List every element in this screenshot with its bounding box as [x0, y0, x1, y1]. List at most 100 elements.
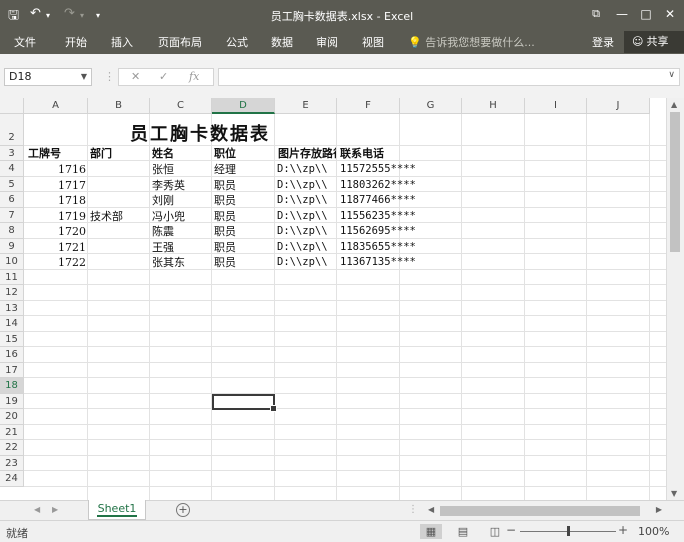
select-all-corner[interactable]: [0, 98, 24, 114]
cell-id: 1719: [58, 209, 86, 223]
enter-icon[interactable]: ✓: [159, 70, 168, 83]
horizontal-scrollbar[interactable]: ◀ ▶: [426, 504, 664, 518]
ribbon-display-options-icon[interactable]: ⧉: [586, 5, 606, 23]
cell-id: 1722: [58, 256, 86, 269]
gridline-vertical: [87, 114, 88, 500]
maximize-icon[interactable]: □: [636, 5, 656, 23]
prev-sheet-icon[interactable]: ◀: [34, 505, 40, 514]
gridline-vertical: [211, 114, 212, 500]
normal-view-icon[interactable]: ▦: [420, 524, 442, 539]
column-header-d[interactable]: D: [212, 98, 275, 114]
tab-review[interactable]: 审阅: [316, 34, 338, 50]
column-header-i[interactable]: I: [525, 98, 587, 114]
name-box-value: D18: [9, 70, 32, 83]
share-button[interactable]: ☺ 共享: [624, 31, 684, 53]
gridline-horizontal: [24, 284, 666, 285]
sheet-tab-sheet1[interactable]: Sheet1: [88, 500, 146, 520]
row-header-15[interactable]: 15: [0, 331, 24, 347]
close-icon[interactable]: ✕: [660, 5, 680, 23]
name-box-dropdown-icon[interactable]: ▼: [81, 69, 87, 85]
cell-name: 陈震: [152, 225, 174, 238]
fill-handle[interactable]: [270, 405, 277, 412]
tab-view[interactable]: 视图: [362, 34, 384, 50]
zoom-out-icon[interactable]: −: [506, 523, 516, 537]
tab-insert[interactable]: 插入: [111, 34, 133, 50]
column-header-h[interactable]: H: [462, 98, 525, 114]
next-sheet-icon[interactable]: ▶: [52, 505, 58, 514]
row-header-3[interactable]: 3: [0, 145, 24, 161]
name-box[interactable]: D18 ▼: [4, 68, 92, 86]
insert-function-icon[interactable]: fx: [189, 70, 199, 83]
expand-formula-bar-icon[interactable]: ∨: [668, 70, 675, 80]
row-header-6[interactable]: 6: [0, 192, 24, 208]
row-header-14[interactable]: 14: [0, 316, 24, 332]
cell-phone: 11835655****: [340, 240, 416, 253]
column-header-c[interactable]: C: [150, 98, 212, 114]
column-header-e[interactable]: E: [275, 98, 337, 114]
scroll-left-icon[interactable]: ◀: [428, 505, 434, 514]
tab-page-layout[interactable]: 页面布局: [158, 34, 202, 50]
row-header-8[interactable]: 8: [0, 223, 24, 239]
cell-position: 职员: [214, 209, 236, 223]
row-header-4[interactable]: 4: [0, 161, 24, 177]
lightbulb-icon: 💡: [408, 36, 422, 49]
gridline-horizontal: [24, 439, 666, 440]
row-header-22[interactable]: 22: [0, 440, 24, 456]
row-header-20[interactable]: 20: [0, 409, 24, 425]
window-title: 员工胸卡数据表.xlsx - Excel: [270, 10, 414, 23]
gridline-vertical: [336, 114, 337, 500]
row-header-2[interactable]: 2: [0, 130, 24, 146]
cancel-icon[interactable]: ✕: [131, 70, 140, 83]
tell-me-box[interactable]: 💡 告诉我您想要做什么...: [408, 34, 535, 50]
row-header-24[interactable]: 24: [0, 471, 24, 487]
row-header-10[interactable]: 10: [0, 254, 24, 270]
tab-data[interactable]: 数据: [271, 34, 293, 50]
gridline-vertical: [649, 114, 650, 500]
tab-file[interactable]: 文件: [14, 34, 36, 50]
tab-home[interactable]: 开始: [65, 34, 87, 50]
column-header-j[interactable]: J: [587, 98, 650, 114]
vertical-scrollbar[interactable]: ▲ ▼: [666, 98, 684, 500]
row-header-13[interactable]: 13: [0, 300, 24, 316]
add-sheet-icon[interactable]: +: [176, 503, 190, 517]
formula-input[interactable]: ∨: [218, 68, 680, 86]
vertical-scroll-thumb[interactable]: [670, 112, 680, 252]
row-header-23[interactable]: 23: [0, 455, 24, 471]
zoom-in-icon[interactable]: +: [618, 523, 628, 537]
row-header-5[interactable]: 5: [0, 176, 24, 192]
page-layout-view-icon[interactable]: ▤: [452, 524, 474, 539]
cell-name: 刘刚: [152, 194, 174, 207]
tab-split-handle[interactable]: ⋮: [408, 504, 418, 515]
row-header-21[interactable]: 21: [0, 424, 24, 440]
active-cell-selection[interactable]: [212, 394, 277, 412]
row-header-11[interactable]: 11: [0, 269, 24, 285]
page-break-preview-icon[interactable]: ◫: [484, 524, 506, 539]
zoom-slider-thumb[interactable]: [567, 526, 570, 536]
column-header-a[interactable]: A: [24, 98, 88, 114]
row-header-19[interactable]: 19: [0, 393, 24, 409]
gridline-horizontal: [24, 315, 666, 316]
column-header-g[interactable]: G: [400, 98, 462, 114]
minimize-icon[interactable]: —: [612, 5, 632, 23]
row-header-7[interactable]: 7: [0, 207, 24, 223]
cell-path: D:\\zp\\: [277, 256, 328, 268]
scroll-right-icon[interactable]: ▶: [656, 505, 662, 514]
horizontal-scroll-thumb[interactable]: [440, 506, 640, 516]
formula-bar-grip[interactable]: ⋮: [104, 70, 115, 83]
cell-position: 职员: [214, 240, 236, 254]
tab-formulas[interactable]: 公式: [226, 34, 248, 50]
row-header-17[interactable]: 17: [0, 362, 24, 378]
column-header-b[interactable]: B: [88, 98, 150, 114]
zoom-level[interactable]: 100%: [638, 525, 669, 538]
cell-position: 职员: [214, 178, 236, 192]
scroll-up-icon[interactable]: ▲: [671, 100, 677, 109]
gridline-horizontal: [24, 377, 666, 378]
scroll-down-icon[interactable]: ▼: [671, 489, 677, 498]
sign-in-link[interactable]: 登录: [592, 34, 614, 50]
row-header-9[interactable]: 9: [0, 238, 24, 254]
row-header-18[interactable]: 18: [0, 378, 24, 394]
column-header-f[interactable]: F: [337, 98, 400, 114]
row-header-16[interactable]: 16: [0, 347, 24, 363]
row-header-12[interactable]: 12: [0, 285, 24, 301]
formula-bar-buttons: ✕ ✓ fx: [118, 68, 214, 86]
